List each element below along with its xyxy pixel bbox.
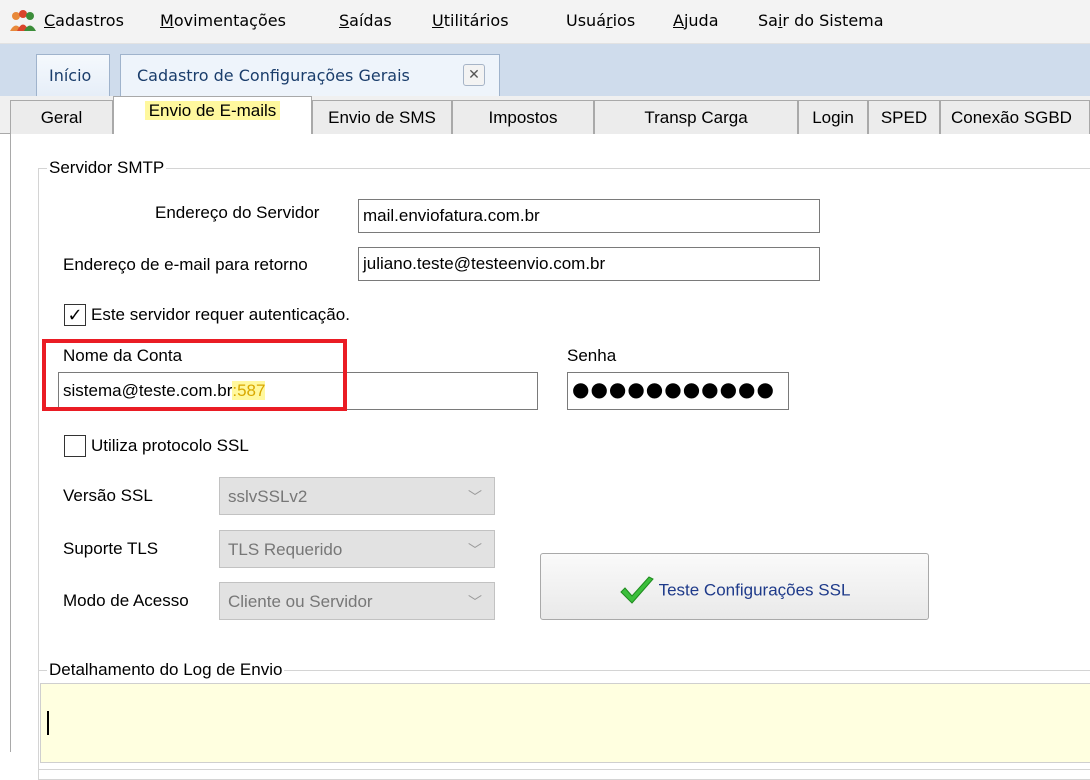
close-icon[interactable]: ✕ xyxy=(463,64,485,86)
tls-support-value: TLS Requerido xyxy=(228,540,343,559)
log-legend: Detalhamento do Log de Envio xyxy=(47,660,285,680)
ssl-version-value: sslvSSLv2 xyxy=(228,487,308,506)
test-ssl-button-label: Teste Configurações SSL xyxy=(658,580,851,600)
menu-utilitarios[interactable]: Utilitários xyxy=(432,11,509,30)
smtp-legend: Servidor SMTP xyxy=(47,158,167,178)
tab-envio-emails[interactable]: Envio de E-mails xyxy=(113,96,312,135)
return-email-label: Endereço de e-mail para retorno xyxy=(63,255,308,274)
tab-conexao-sgbd[interactable]: Conexão SGBD xyxy=(940,100,1090,134)
app-people-icon xyxy=(10,10,36,31)
ssl-checkbox[interactable] xyxy=(64,435,86,457)
menu-sair[interactable]: Sair do Sistema xyxy=(758,11,884,30)
ssl-version-label: Versão SSL xyxy=(63,486,153,505)
tab-geral[interactable]: Geral xyxy=(10,100,113,134)
access-mode-value: Cliente ou Servidor xyxy=(228,592,373,611)
access-mode-select[interactable]: Cliente ou Servidor ﹀ xyxy=(219,582,495,620)
settings-tabs: Geral Envio de E-mails Envio de SMS Impo… xyxy=(0,96,1090,135)
tab-impostos[interactable]: Impostos xyxy=(452,100,594,134)
checkmark-icon xyxy=(619,576,654,604)
ssl-label: Utiliza protocolo SSL xyxy=(91,436,249,455)
chevron-down-icon: ﹀ xyxy=(468,489,482,505)
access-mode-label: Modo de Acesso xyxy=(63,591,189,610)
menu-usuarios[interactable]: Usuários xyxy=(566,11,635,30)
tab-cadastro-label: Cadastro de Configurações Gerais xyxy=(137,66,410,85)
annotation-red-box xyxy=(42,339,347,411)
tab-sped[interactable]: SPED xyxy=(868,100,940,134)
menu-cadastros[interactable]: Cadastros xyxy=(44,11,124,30)
tls-support-label: Suporte TLS xyxy=(63,539,159,558)
password-input[interactable]: ●●●●●●●●●●● xyxy=(567,372,789,410)
document-tabs: Início Cadastro de Configurações Gerais … xyxy=(0,44,1090,96)
tab-login[interactable]: Login xyxy=(798,100,868,134)
tab-envio-sms[interactable]: Envio de SMS xyxy=(312,100,452,134)
chevron-down-icon: ﹀ xyxy=(468,594,482,610)
email-settings-panel: Servidor SMTP Endereço do Servidor mail.… xyxy=(10,134,1090,780)
auth-label: Este servidor requer autenticação. xyxy=(91,305,350,324)
tab-inicio[interactable]: Início xyxy=(36,54,110,96)
tab-inicio-label: Início xyxy=(49,66,92,85)
text-caret xyxy=(47,711,49,735)
menu-bar: Cadastros Movimentações Saídas Utilitári… xyxy=(0,0,1090,44)
server-address-label: Endereço do Servidor xyxy=(155,203,320,222)
menu-saidas[interactable]: Saídas xyxy=(339,11,392,30)
auth-checkbox[interactable]: ✓ xyxy=(64,304,86,326)
menu-movimentacoes[interactable]: Movimentações xyxy=(160,11,286,30)
log-textarea[interactable] xyxy=(40,683,1090,763)
tls-support-select[interactable]: TLS Requerido ﹀ xyxy=(219,530,495,568)
menu-ajuda[interactable]: Ajuda xyxy=(673,11,719,30)
test-ssl-button[interactable]: Teste Configurações SSL xyxy=(540,553,929,620)
return-email-input[interactable]: juliano.teste@testeenvio.com.br xyxy=(358,247,820,281)
server-address-input[interactable]: mail.enviofatura.com.br xyxy=(358,199,820,233)
chevron-down-icon: ﹀ xyxy=(468,542,482,558)
tab-transp-carga[interactable]: Transp Carga xyxy=(594,100,798,134)
password-label: Senha xyxy=(567,346,617,365)
tab-cadastro-configuracoes[interactable]: Cadastro de Configurações Gerais ✕ xyxy=(120,54,500,96)
ssl-version-select[interactable]: sslvSSLv2 ﹀ xyxy=(219,477,495,515)
